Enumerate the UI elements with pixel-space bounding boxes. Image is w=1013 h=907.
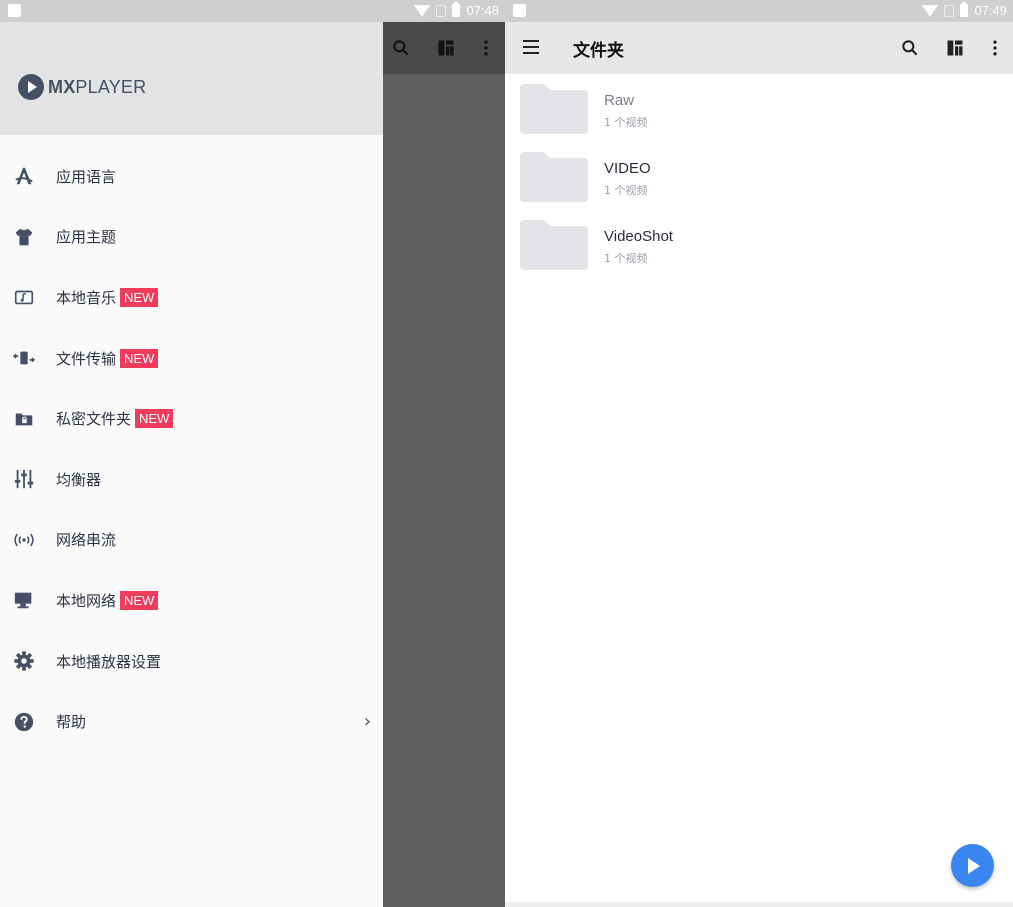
menu-icon[interactable] xyxy=(523,40,539,54)
status-bar: 07:48 xyxy=(0,0,505,22)
menu-item-theme[interactable]: 应用主题 xyxy=(0,207,383,268)
folder-icon xyxy=(520,220,588,270)
music-folder-icon xyxy=(13,286,35,308)
folder-count: 1 个视频 xyxy=(604,116,648,129)
menu-item-local-music[interactable]: 本地音乐 NEW xyxy=(0,267,383,328)
status-bar: 07:49 xyxy=(505,0,1013,22)
navigation-drawer: MXPLAYER 应用语言 应用主题 本地音乐 NEW 文件传输 NEW 私密文… xyxy=(0,22,383,907)
logo-text-bold: MX xyxy=(48,76,76,97)
menu-label: 私密文件夹 xyxy=(56,410,132,429)
search-icon[interactable] xyxy=(900,38,920,58)
notification-icon xyxy=(8,4,21,17)
menu-label: 文件传输 xyxy=(56,349,117,368)
menu-item-file-transfer[interactable]: 文件传输 NEW xyxy=(0,328,383,389)
logo-text-rest: PLAYER xyxy=(75,76,147,97)
no-sim-icon xyxy=(436,4,447,17)
wifi-icon xyxy=(922,4,939,17)
dimmed-background-app[interactable] xyxy=(383,22,505,907)
menu-label: 网络串流 xyxy=(56,531,117,550)
no-sim-icon xyxy=(944,4,955,17)
menu-label: 本地网络 xyxy=(56,591,117,610)
bottom-edge xyxy=(505,902,1013,907)
menu-label: 本地播放器设置 xyxy=(56,652,162,671)
layout-icon[interactable] xyxy=(945,38,965,58)
menu-item-help[interactable]: 帮助 › xyxy=(0,691,383,752)
battery-icon xyxy=(960,2,969,17)
mx-player-logo: MXPLAYER xyxy=(18,74,146,100)
stream-icon xyxy=(13,529,35,551)
folder-icon xyxy=(520,84,588,134)
transfer-icon xyxy=(13,347,35,369)
wifi-icon xyxy=(414,4,431,17)
drawer-header: MXPLAYER xyxy=(0,22,383,135)
more-vert-icon xyxy=(484,40,488,56)
folder-name: VIDEO xyxy=(604,160,651,177)
menu-label: 本地音乐 xyxy=(56,288,117,307)
layout-icon xyxy=(438,40,454,56)
menu-item-private-folder[interactable]: 私密文件夹 NEW xyxy=(0,388,383,449)
new-badge: NEW xyxy=(120,348,159,368)
menu-item-local-network[interactable]: 本地网络 NEW xyxy=(0,570,383,631)
folder-icon xyxy=(520,152,588,202)
folder-name: VideoShot xyxy=(604,228,673,245)
menu-item-equalizer[interactable]: 均衡器 xyxy=(0,449,383,510)
gear-icon xyxy=(13,650,35,672)
background-toolbar xyxy=(383,22,505,74)
app-toolbar: 文件夹 xyxy=(505,22,1013,74)
search-icon xyxy=(393,40,409,56)
new-badge: NEW xyxy=(135,409,174,429)
menu-label: 均衡器 xyxy=(56,470,102,489)
play-logo-icon xyxy=(18,74,44,100)
battery-icon xyxy=(452,2,461,17)
menu-label: 应用主题 xyxy=(56,228,117,247)
equalizer-icon xyxy=(13,468,35,490)
menu-item-player-settings[interactable]: 本地播放器设置 xyxy=(0,631,383,692)
chevron-right-icon: › xyxy=(363,711,371,733)
tshirt-icon xyxy=(13,226,35,248)
menu-item-network-stream[interactable]: 网络串流 xyxy=(0,510,383,571)
right-screen: 07:49 文件夹 Raw 1 个视频 VIDEO 1 个视频 VideoSho… xyxy=(505,0,1013,907)
new-badge: NEW xyxy=(120,287,159,307)
monitor-icon xyxy=(13,589,35,611)
locked-folder-icon xyxy=(13,408,35,430)
page-title: 文件夹 xyxy=(573,41,624,61)
folder-count: 1 个视频 xyxy=(604,184,648,197)
status-time: 07:48 xyxy=(466,3,499,18)
status-time: 07:49 xyxy=(974,3,1007,18)
language-icon xyxy=(13,165,35,187)
folder-item-raw[interactable]: Raw 1 个视频 xyxy=(505,74,1013,142)
folder-item-video[interactable]: VIDEO 1 个视频 xyxy=(505,142,1013,210)
drawer-menu: 应用语言 应用主题 本地音乐 NEW 文件传输 NEW 私密文件夹 NEW 均衡… xyxy=(0,146,383,752)
folder-item-videoshot[interactable]: VideoShot 1 个视频 xyxy=(505,210,1013,278)
new-badge: NEW xyxy=(120,590,159,610)
notification-icon xyxy=(513,4,526,17)
help-icon xyxy=(13,711,35,733)
folder-name: Raw xyxy=(604,92,635,109)
more-vert-icon[interactable] xyxy=(985,38,1005,58)
menu-item-language[interactable]: 应用语言 xyxy=(0,146,383,207)
folder-list: Raw 1 个视频 VIDEO 1 个视频 VideoShot 1 个视频 xyxy=(505,74,1013,278)
menu-label: 帮助 xyxy=(56,713,87,732)
left-screen: 07:48 MXPLAYER 应用语言 应用主题 本地音乐 NEW 文件传输 N… xyxy=(0,0,505,907)
menu-label: 应用语言 xyxy=(56,167,117,186)
folder-count: 1 个视频 xyxy=(604,252,648,265)
play-fab-button[interactable] xyxy=(951,844,994,887)
